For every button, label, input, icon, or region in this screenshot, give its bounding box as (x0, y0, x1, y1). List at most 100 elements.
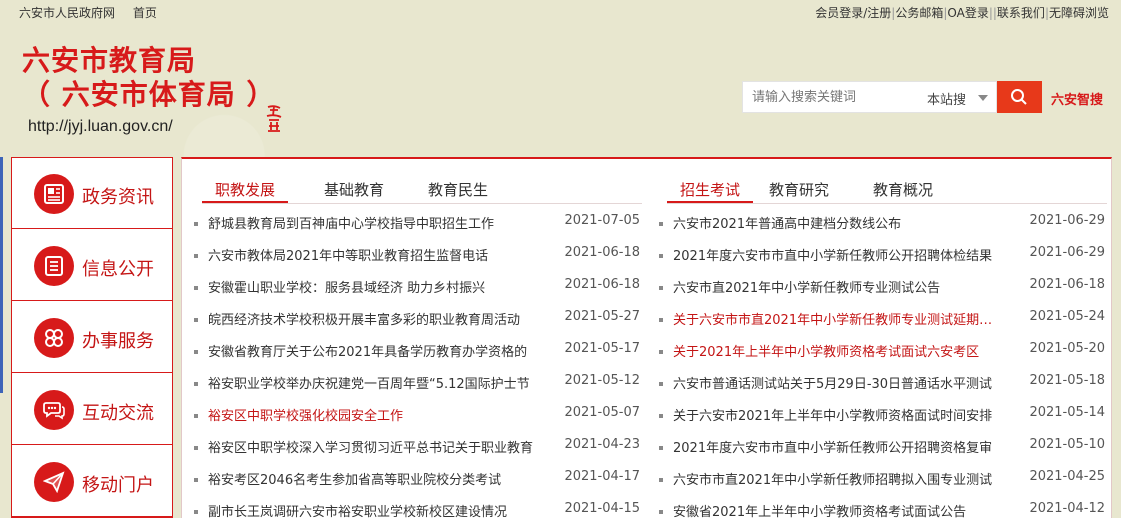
tab-admissions[interactable]: 招生考试 (667, 179, 753, 203)
news-date: 2021-04-17 (564, 469, 640, 484)
bullet (194, 286, 198, 290)
search-scope-select[interactable]: 本站搜 (927, 89, 966, 108)
news-title[interactable]: 裕安考区2046名考生参加省高等职业院校分类考试 (208, 469, 538, 488)
news-date: 2021-05-24 (1029, 309, 1105, 324)
side-icon-wrap (34, 246, 74, 286)
news-title[interactable]: 六安市2021年普通高中建档分数线公布 (673, 213, 1003, 232)
side-icon-wrap (34, 390, 74, 430)
news-title[interactable]: 裕安区中职学校深入学习贯彻习近平总书记关于职业教育 (208, 437, 538, 456)
paper-plane-icon (43, 471, 65, 493)
search-icon (1011, 89, 1027, 105)
news-date: 2021-04-25 (1029, 469, 1105, 484)
bullet (659, 478, 663, 482)
news-date: 2021-04-12 (1029, 501, 1105, 516)
site-url: http://jyj.luan.gov.cn/ (28, 118, 173, 135)
tab-research[interactable]: 教育研究 (759, 179, 839, 203)
mail-link[interactable]: 公务邮箱 (895, 6, 943, 20)
news-title[interactable]: 2021年度六安市市直中小学新任教师公开招聘资格复审 (673, 437, 1003, 456)
news-date: 2021-06-18 (564, 245, 640, 260)
tab-divider (202, 203, 642, 204)
chat-bubbles-icon (43, 402, 65, 420)
site-logo[interactable]: 六安市教育局 （ 六安市体育局 ） (22, 44, 276, 112)
news-title[interactable]: 关于2021年上半年中小学教师资格考试面试六安考区 (673, 341, 1003, 360)
left-edge-bar (0, 157, 3, 393)
seal-stamp-icon (266, 105, 282, 132)
newspaper-icon (44, 184, 64, 204)
sidebar-item-label: 办事服务 (82, 331, 154, 352)
clover-grid-icon (45, 329, 63, 347)
bullet (659, 318, 663, 322)
news-title[interactable]: 副市长王岚调研六安市裕安职业学校新校区建设情况 (208, 501, 538, 518)
news-title[interactable]: 安徽省2021年上半年中小学教师资格考试面试公告 (673, 501, 1003, 518)
news-title[interactable]: 六安市市直2021年中小学新任教师招聘拟入围专业测试 (673, 469, 1003, 488)
news-title[interactable]: 安徽霍山职业学校：服务县域经济 助力乡村振兴 (208, 277, 538, 296)
news-title[interactable]: 2021年度六安市市直中小学新任教师公开招聘体检结果 (673, 245, 1003, 264)
news-title[interactable]: 皖西经济技术学校积极开展丰富多彩的职业教育周活动 (208, 309, 538, 328)
bullet (194, 350, 198, 354)
tab-livelihood[interactable]: 教育民生 (418, 179, 498, 203)
search-button[interactable] (997, 81, 1042, 113)
tab-divider (667, 203, 1107, 204)
sidebar-item-interaction[interactable]: 互动交流 (12, 374, 172, 445)
news-date: 2021-05-27 (564, 309, 640, 324)
oa-link[interactable]: OA登录 (947, 6, 988, 20)
accessible-link[interactable]: 无障碍浏览 (1049, 6, 1109, 20)
news-date: 2021-05-17 (564, 341, 640, 356)
gov-site-link[interactable]: 六安市人民政府网 (19, 6, 115, 20)
news-date: 2021-06-18 (1029, 277, 1105, 292)
news-date: 2021-05-10 (1029, 437, 1105, 452)
news-title[interactable]: 裕安职业学校举办庆祝建党一百周年暨“5.12国际护士节 (208, 373, 538, 392)
top-bar: 六安市人民政府网 首页 会员登录/注册|公务邮箱|OA登录||联系我们|无障碍浏… (0, 0, 1121, 24)
bullet (194, 254, 198, 258)
news-title[interactable]: 安徽省教育厅关于公布2021年具备学历教育办学资格的 (208, 341, 538, 360)
bullet (659, 446, 663, 450)
news-date: 2021-04-15 (564, 501, 640, 516)
sidebar-item-label: 互动交流 (82, 403, 154, 424)
document-list-icon (45, 256, 63, 276)
news-title[interactable]: 关于六安市2021年上半年中小学教师资格面试时间安排 (673, 405, 1003, 424)
home-link[interactable]: 首页 (133, 6, 157, 20)
news-title[interactable]: 裕安区中职学校强化校园安全工作 (208, 405, 538, 424)
bullet (659, 414, 663, 418)
news-date: 2021-06-29 (1029, 213, 1105, 228)
sidebar-item-news[interactable]: 政务资讯 (12, 158, 172, 229)
sidebar-item-services[interactable]: 办事服务 (12, 302, 172, 373)
news-title[interactable]: 舒城县教育局到百神庙中心学校指导中职招生工作 (208, 213, 538, 232)
news-date: 2021-05-18 (1029, 373, 1105, 388)
side-icon-wrap (34, 318, 74, 358)
chevron-down-icon[interactable] (978, 95, 988, 101)
bullet (194, 478, 198, 482)
sidebar-item-label: 信息公开 (82, 259, 154, 280)
sidebar: 政务资讯 信息公开 办事服务 互动交流 移动门户 (11, 157, 173, 518)
site-title-line2: （ 六安市体育局 ） (22, 78, 276, 111)
news-date: 2021-05-07 (564, 405, 640, 420)
side-icon-wrap (34, 462, 74, 502)
bullet (194, 414, 198, 418)
news-title[interactable]: 六安市直2021年中小学新任教师专业测试公告 (673, 277, 1003, 296)
bullet (659, 382, 663, 386)
bullet (659, 222, 663, 226)
news-date: 2021-05-14 (1029, 405, 1105, 420)
news-date: 2021-06-29 (1029, 245, 1105, 260)
login-link[interactable]: 会员登录/注册 (815, 6, 891, 20)
tab-basic-education[interactable]: 基础教育 (314, 179, 394, 203)
contact-link[interactable]: 联系我们 (997, 6, 1045, 20)
sidebar-item-label: 移动门户 (82, 475, 154, 496)
sidebar-item-label: 政务资讯 (82, 187, 154, 208)
news-title[interactable]: 关于六安市市直2021年中小学新任教师专业测试延期公告 (673, 309, 1003, 328)
tab-overview[interactable]: 教育概况 (863, 179, 943, 203)
news-title[interactable]: 六安市教体局2021年中等职业教育招生监督电话 (208, 245, 538, 264)
bullet (659, 510, 663, 514)
tab-vocational[interactable]: 职教发展 (202, 179, 288, 203)
sidebar-item-mobile[interactable]: 移动门户 (12, 446, 172, 517)
site-title-line1: 六安市教育局 (22, 44, 197, 77)
news-date: 2021-06-18 (564, 277, 640, 292)
smart-search-link[interactable]: 六安智搜 (1051, 89, 1103, 108)
news-date: 2021-05-12 (564, 373, 640, 388)
bullet (194, 222, 198, 226)
news-date: 2021-05-20 (1029, 341, 1105, 356)
search-input[interactable] (752, 82, 912, 112)
sidebar-item-disclosure[interactable]: 信息公开 (12, 230, 172, 301)
news-date: 2021-04-23 (564, 437, 640, 452)
news-title[interactable]: 六安市普通话测试站关于5月29日-30日普通话水平测试 (673, 373, 1003, 392)
